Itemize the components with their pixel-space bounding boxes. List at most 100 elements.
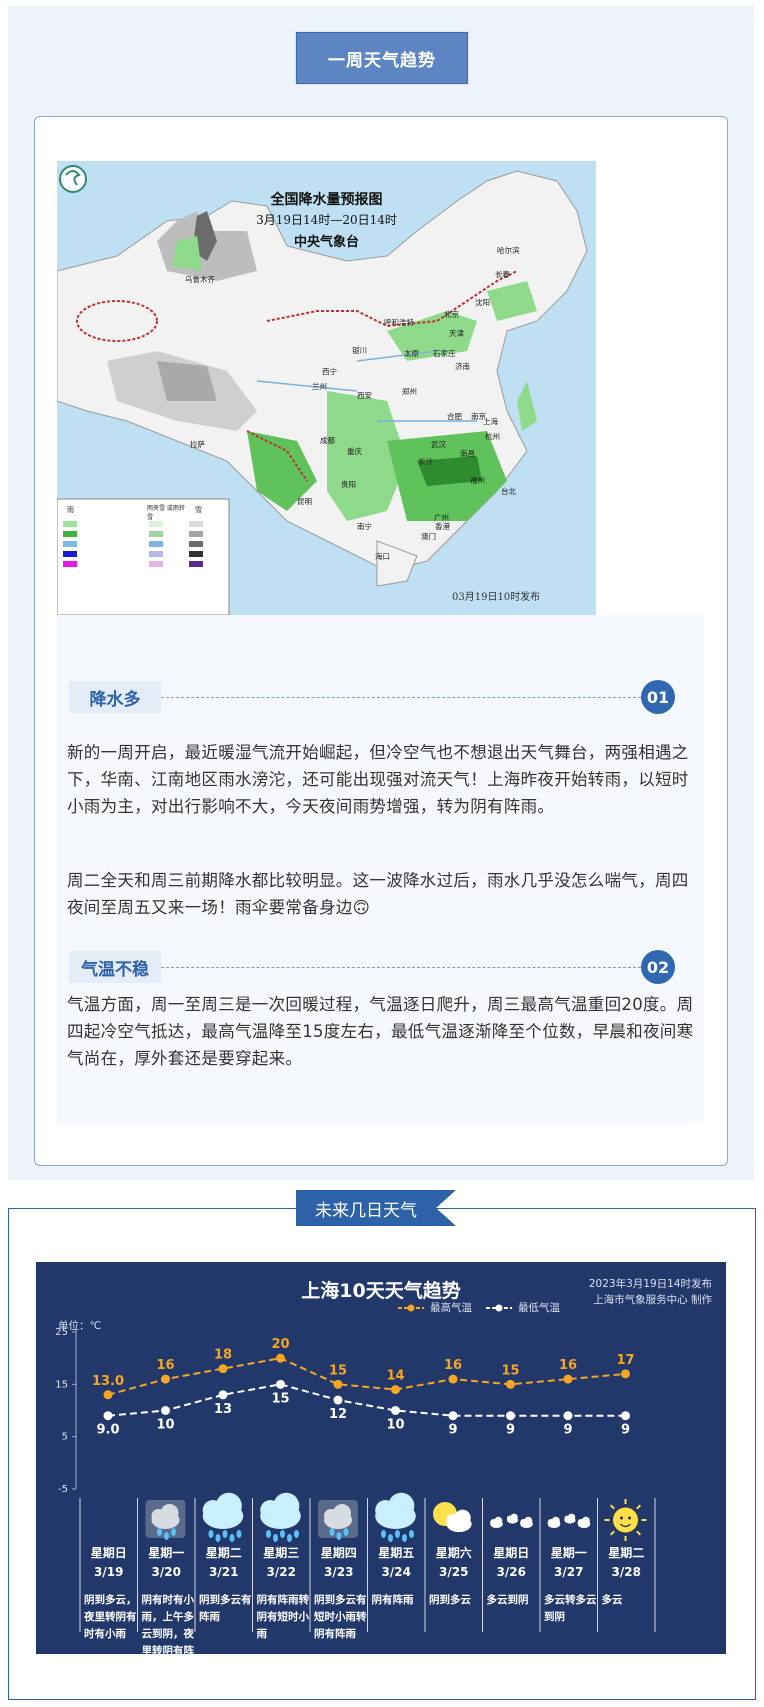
rain-drop xyxy=(273,1534,278,1542)
sun-ray xyxy=(609,1504,615,1510)
cloud-shape xyxy=(273,1492,300,1519)
day-header: 星期五 3/24 xyxy=(368,1544,426,1579)
low-temp-label: 10 xyxy=(156,1418,174,1433)
map-city-label: 香港 xyxy=(435,522,450,531)
sun-ray xyxy=(636,1504,642,1510)
map-city-label: 北京 xyxy=(444,310,459,319)
cloud-shape xyxy=(388,1492,415,1519)
rain-drop xyxy=(266,1530,271,1538)
day-header: 星期四 3/23 xyxy=(310,1544,368,1579)
map-city-label: 重庆 xyxy=(347,447,362,456)
map-city-label: 西安 xyxy=(357,391,372,400)
high-temp-point xyxy=(103,1390,113,1400)
cloud-shape xyxy=(160,1504,179,1522)
day-header: 星期三 3/22 xyxy=(253,1544,311,1579)
day-name: 星期日 xyxy=(493,1546,530,1560)
day-header: 星期二 3/28 xyxy=(598,1544,656,1579)
topic-number-02: 02 xyxy=(641,950,675,984)
rain-drop xyxy=(287,1534,292,1542)
day-description: 多云到阴 xyxy=(486,1594,529,1606)
low-temp-line xyxy=(107,1383,626,1417)
low-temp-label: 13 xyxy=(214,1402,232,1417)
high-temp-label: 15 xyxy=(329,1363,347,1378)
rain-drop xyxy=(208,1530,214,1538)
day-description: 阴到多云，夜里转阴有时有小雨 xyxy=(84,1594,137,1640)
map-city-label: 南昌 xyxy=(460,449,475,458)
map-city-label: 西宁 xyxy=(322,367,337,376)
low-temp-point xyxy=(276,1379,285,1389)
low-temp-point xyxy=(103,1411,113,1421)
y-tick-label: 25 xyxy=(55,1327,68,1338)
high-temp-label: 15 xyxy=(501,1363,519,1378)
map-city-label: 福州 xyxy=(470,476,485,485)
low-temp-point xyxy=(161,1406,170,1415)
day-description: 多云转多云到阴 xyxy=(544,1594,597,1623)
high-temp-label: 16 xyxy=(559,1358,577,1373)
low-temp-point xyxy=(563,1411,573,1421)
high-temp-label: 16 xyxy=(156,1358,174,1373)
high-temp-label: 13.0 xyxy=(92,1374,124,1389)
high-temp-point xyxy=(161,1374,170,1384)
topic-tag-temperature: 气温不稳 xyxy=(69,951,161,983)
sun-ray xyxy=(636,1530,642,1536)
map-issued-time: 03月19日10时发布 xyxy=(452,592,541,603)
day-header: 星期二 3/21 xyxy=(195,1544,253,1579)
map-city-label: 合肥 xyxy=(447,412,462,421)
cloud-shape xyxy=(454,1509,471,1526)
weekly-trend-card: 全国降水量预报图 3月19日14时—20日14时 中央气象台 雨 雨夹雪 或雨转… xyxy=(34,116,728,1166)
y-tick-label: -5 xyxy=(58,1484,68,1495)
sun-eye xyxy=(628,1516,631,1520)
high-temp-label: 18 xyxy=(214,1348,232,1363)
topic-number-01: 01 xyxy=(641,680,675,714)
map-city-label: 郑州 xyxy=(402,387,417,396)
high-temp-point xyxy=(276,1353,285,1363)
map-legend-snow: 雪 xyxy=(195,506,202,514)
map-city-label: 天津 xyxy=(449,329,464,338)
rain-drop xyxy=(336,1532,342,1540)
low-temp-label: 9.0 xyxy=(96,1423,119,1438)
map-city-label: 南宁 xyxy=(357,522,372,531)
rain-drop xyxy=(395,1530,400,1538)
day-name: 星期一 xyxy=(148,1546,185,1560)
cloud-shape xyxy=(215,1492,242,1519)
day-name: 星期二 xyxy=(205,1546,242,1560)
map-city-label: 成都 xyxy=(320,436,335,445)
map-city-label: 澳门 xyxy=(421,532,436,541)
high-temp-point xyxy=(391,1385,400,1395)
paragraph-temperature: 气温方面，周一至周三是一次回暖过程，气温逐日爬升，周三最高气温重回20度。周四起… xyxy=(67,995,694,1068)
map-city-label: 呼和浩特 xyxy=(384,318,414,327)
cloud-shape xyxy=(524,1516,533,1525)
paragraph-precipitation-2: 周二全天和周三前期降水都比较明显。这一波降水过后，雨水几乎没怎么喘气，周四夜间至… xyxy=(67,871,689,917)
low-temp-label: 9 xyxy=(563,1423,572,1438)
day-description: 阴到多云有短时小雨转阴有阵雨 xyxy=(314,1594,367,1640)
rain-drop xyxy=(171,1528,176,1536)
map-city-label: 杭州 xyxy=(485,432,500,441)
day-name: 星期一 xyxy=(550,1546,587,1560)
day-date: 3/21 xyxy=(209,1565,239,1579)
day-date: 3/23 xyxy=(324,1565,354,1579)
day-date: 3/19 xyxy=(94,1565,124,1579)
high-temp-line xyxy=(107,1357,626,1396)
day-date: 3/27 xyxy=(554,1565,584,1579)
rain-drop xyxy=(329,1528,335,1536)
rain-drop xyxy=(236,1530,242,1538)
day-name: 星期三 xyxy=(263,1546,300,1560)
map-city-label: 长春 xyxy=(495,270,510,279)
cloud-shape xyxy=(551,1516,560,1525)
day-header: 星期一 3/27 xyxy=(540,1544,598,1579)
y-tick-label: 5 xyxy=(62,1432,68,1443)
topic-tag-precipitation: 降水多 xyxy=(69,681,161,713)
day-header: 星期一 3/20 xyxy=(138,1544,196,1579)
map-city-label: 石家庄 xyxy=(433,349,456,358)
day-date: 3/24 xyxy=(381,1565,411,1579)
day-date: 3/22 xyxy=(266,1565,296,1579)
map-city-label: 上海 xyxy=(483,417,498,426)
y-tick-label: 15 xyxy=(55,1379,68,1390)
low-temp-label: 9 xyxy=(448,1423,457,1438)
cloud-shape xyxy=(510,1513,518,1521)
map-city-label: 济南 xyxy=(455,362,470,371)
rain-drop xyxy=(343,1528,349,1536)
low-temp-label: 9 xyxy=(621,1423,630,1438)
day-description: 多云 xyxy=(601,1594,623,1606)
high-temp-point xyxy=(218,1364,228,1374)
